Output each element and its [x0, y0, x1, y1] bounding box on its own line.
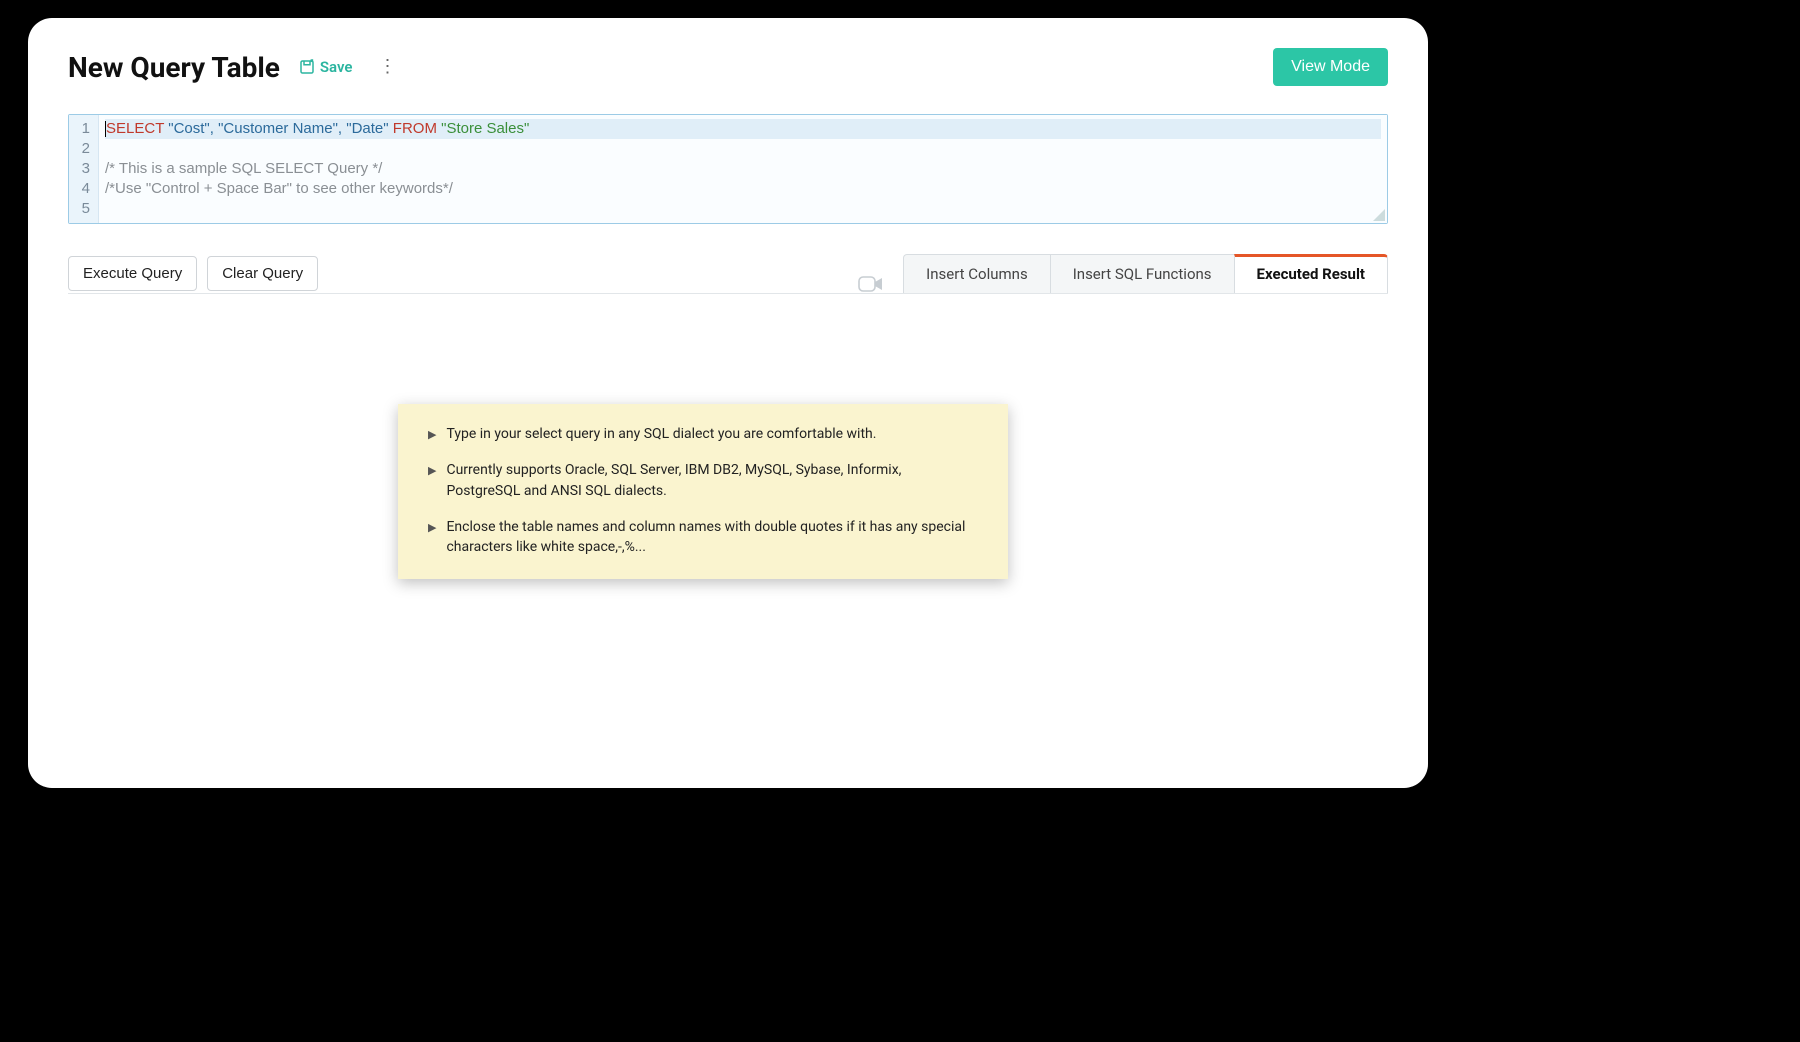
header-left: New Query Table Save ⋮ [68, 51, 396, 84]
tips-panel: ▶ Type in your select query in any SQL d… [398, 404, 1008, 579]
code-area[interactable]: SELECT "Cost", "Customer Name", "Date" F… [99, 115, 1387, 223]
keyword-select: SELECT [106, 120, 164, 137]
tip-text: Currently supports Oracle, SQL Server, I… [446, 460, 978, 501]
tab-insert-sql-functions[interactable]: Insert SQL Functions [1050, 254, 1235, 293]
code-line: /*Use "Control + Space Bar" to see other… [105, 179, 1381, 199]
line-number: 3 [77, 159, 90, 179]
tip-item: ▶ Type in your select query in any SQL d… [428, 424, 978, 444]
code-line [105, 139, 1381, 159]
code-line [105, 199, 1381, 219]
code-line: /* This is a sample SQL SELECT Query */ [105, 159, 1381, 179]
video-icon[interactable] [858, 275, 884, 293]
caret-right-icon: ▶ [428, 463, 436, 501]
toolbar-row: Execute Query Clear Query Insert Columns… [68, 254, 1388, 293]
tip-text: Enclose the table names and column names… [446, 517, 978, 558]
line-number: 1 [77, 119, 90, 139]
table-name: "Store Sales" [437, 120, 529, 137]
tip-item: ▶ Currently supports Oracle, SQL Server,… [428, 460, 978, 501]
line-gutter: 1 2 3 4 5 [69, 115, 99, 223]
save-button[interactable]: Save [298, 58, 353, 76]
code-line: SELECT "Cost", "Customer Name", "Date" F… [105, 119, 1381, 139]
column-list: "Cost", "Customer Name", "Date" [164, 120, 393, 137]
tip-item: ▶ Enclose the table names and column nam… [428, 517, 978, 558]
sql-editor[interactable]: 1 2 3 4 5 SELECT "Cost", "Customer Name"… [68, 114, 1388, 224]
save-label: Save [320, 58, 353, 76]
line-number: 2 [77, 139, 90, 159]
keyword-from: FROM [393, 120, 437, 137]
caret-right-icon: ▶ [428, 427, 436, 444]
more-menu-icon[interactable]: ⋮ [378, 58, 396, 76]
header: New Query Table Save ⋮ View Mode [68, 48, 1388, 86]
query-editor-window: New Query Table Save ⋮ View Mode 1 2 3 [28, 18, 1428, 788]
view-mode-button[interactable]: View Mode [1273, 48, 1388, 86]
tab-insert-columns[interactable]: Insert Columns [903, 254, 1051, 293]
clear-query-button[interactable]: Clear Query [207, 256, 318, 291]
toolbar-right: Insert Columns Insert SQL Functions Exec… [858, 254, 1388, 293]
page-title: New Query Table [68, 51, 280, 84]
line-number: 4 [77, 179, 90, 199]
resize-handle-icon[interactable] [1371, 207, 1385, 221]
result-tabs: Insert Columns Insert SQL Functions Exec… [904, 254, 1388, 293]
result-panel: ▶ Type in your select query in any SQL d… [68, 293, 1388, 713]
tip-text: Type in your select query in any SQL dia… [446, 424, 876, 444]
line-number: 5 [77, 199, 90, 219]
toolbar-left: Execute Query Clear Query [68, 256, 318, 291]
save-icon [298, 58, 316, 76]
tab-executed-result[interactable]: Executed Result [1234, 254, 1388, 293]
execute-query-button[interactable]: Execute Query [68, 256, 197, 291]
caret-right-icon: ▶ [428, 520, 436, 558]
